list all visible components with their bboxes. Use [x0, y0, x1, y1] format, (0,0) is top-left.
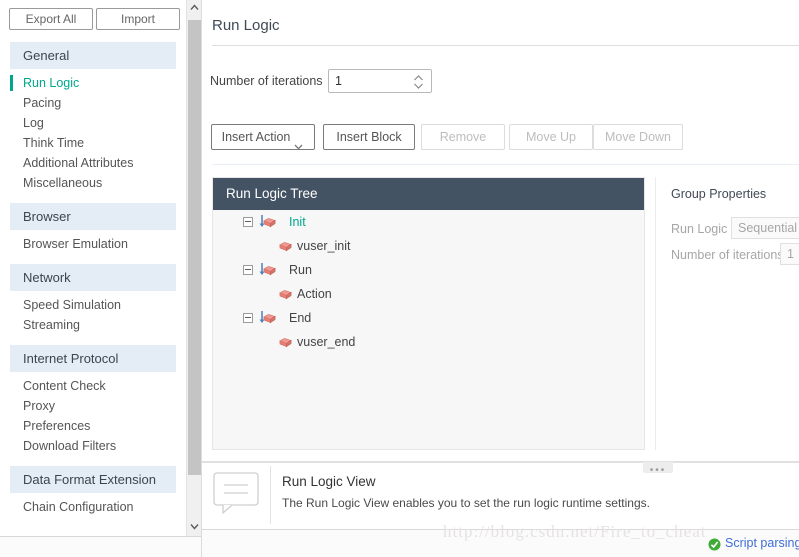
remove-button: Remove	[421, 124, 505, 150]
sidebar-item-pacing[interactable]: Pacing	[10, 93, 176, 113]
sidebar-item-log[interactable]: Log	[10, 113, 176, 133]
settings-nav-list: General Run Logic Pacing Log Think Time Addit…	[0, 38, 186, 523]
tree-node-label: vuser_end	[297, 335, 356, 349]
tree-node-label: vuser_init	[297, 239, 351, 253]
move-down-button: Move Down	[593, 124, 683, 150]
info-description: The Run Logic View enables you to set th…	[282, 496, 650, 510]
status-bar: Script parsing	[202, 530, 799, 557]
sidebar-item-download-filters[interactable]: Download Filters	[10, 436, 176, 456]
sidebar-item-think-time[interactable]: Think Time	[10, 133, 176, 153]
scroll-up-arrow-icon[interactable]	[187, 0, 202, 17]
info-panel: Run Logic View The Run Logic View enable…	[202, 466, 799, 526]
button-label: Move Up	[525, 130, 577, 144]
runtime-settings-window: Export All Import General Run Logic Pacing…	[0, 0, 799, 557]
run-logic-tree-body: Init vuser_init Run Action End vuser_end	[213, 210, 644, 449]
stepper-arrows-icon[interactable]	[413, 74, 424, 90]
run-logic-tree-header: Run Logic Tree	[213, 178, 644, 210]
sidebar-item-speed-simulation[interactable]: Speed Simulation	[10, 295, 176, 315]
tree-node[interactable]: vuser_init	[213, 234, 644, 258]
button-label: Insert Block	[336, 130, 402, 144]
sidebar-item-miscellaneous[interactable]: Miscellaneous	[10, 173, 176, 193]
tree-node[interactable]: Run	[213, 258, 644, 282]
sidebar-scrollbar-thumb[interactable]	[188, 20, 201, 475]
collapse-toggle-icon[interactable]	[243, 265, 253, 275]
collapse-toggle-icon[interactable]	[243, 313, 253, 323]
block-icon	[275, 334, 292, 358]
button-label: Remove	[439, 130, 487, 144]
info-divider	[270, 466, 271, 524]
success-check-icon	[708, 538, 721, 554]
comment-bubble-icon	[213, 472, 259, 517]
button-label: Move Down	[605, 130, 671, 144]
settings-sidebar: Export All Import General Run Logic Pacing…	[0, 0, 186, 536]
sidebar-item-additional-attributes[interactable]: Additional Attributes	[10, 153, 176, 173]
sidebar-item-browser-emulation[interactable]: Browser Emulation	[10, 234, 176, 254]
tree-node[interactable]: vuser_end	[213, 330, 644, 354]
move-up-button: Move Up	[509, 124, 593, 150]
sidebar-item-run-logic[interactable]: Run Logic	[10, 73, 176, 93]
sidebar-toolbar: Export All Import	[0, 0, 186, 38]
sidebar-item-content-check[interactable]: Content Check	[10, 376, 176, 396]
nav-group-header: Network	[10, 264, 176, 291]
import-button[interactable]: Import	[96, 8, 180, 30]
nav-group-header: Browser	[10, 203, 176, 230]
group-iterations-input[interactable]: 1	[780, 243, 799, 265]
tree-node[interactable]: End	[213, 306, 644, 330]
iterations-value: 1	[335, 74, 342, 88]
group-run-logic-label: Run Logic	[671, 222, 728, 236]
tree-node-label: Run	[289, 263, 312, 277]
export-all-button[interactable]: Export All	[9, 8, 93, 30]
collapse-toggle-icon[interactable]	[243, 217, 253, 227]
insert-block-button[interactable]: Insert Block	[323, 124, 415, 150]
sidebar-scrollbar[interactable]	[186, 0, 202, 536]
button-label: Insert Action	[221, 130, 291, 144]
group-properties-title: Group Properties	[671, 187, 767, 201]
tree-node-label: Action	[297, 287, 332, 301]
tree-node[interactable]: Action	[213, 282, 644, 306]
tree-node-label: End	[289, 311, 312, 325]
group-properties-panel: Group Properties Run Logic Sequential Nu…	[655, 177, 799, 450]
tree-node-label: Init	[289, 215, 306, 229]
info-title: Run Logic View	[282, 474, 376, 489]
sidebar-item-preferences[interactable]: Preferences	[10, 416, 176, 436]
sidebar-item-proxy[interactable]: Proxy	[10, 396, 176, 416]
insert-action-button[interactable]: Insert Action	[211, 124, 315, 150]
nav-group-header: General	[10, 42, 176, 69]
iterations-label: Number of iterations	[210, 74, 323, 88]
sidebar-item-streaming[interactable]: Streaming	[10, 315, 176, 335]
scroll-down-arrow-icon[interactable]	[187, 519, 202, 536]
horizontal-splitter[interactable]	[202, 461, 799, 463]
sidebar-item-chain-configuration[interactable]: Chain Configuration	[10, 497, 176, 517]
group-run-logic-select[interactable]: Sequential	[731, 217, 799, 239]
main-panel: Run Logic Number of iterations 1 Insert …	[202, 0, 799, 557]
group-iterations-label: Number of iterations	[671, 248, 784, 262]
tree-action-toolbar: Insert Action Insert Block Remove Move Up Mo…	[202, 124, 799, 150]
chevron-down-icon	[294, 134, 303, 158]
iterations-stepper[interactable]: 1	[328, 69, 432, 93]
nav-group-header: Internet Protocol	[10, 345, 176, 372]
page-title: Run Logic	[212, 17, 280, 34]
title-divider	[212, 45, 799, 46]
status-text[interactable]: Script parsing	[725, 536, 799, 550]
sidebar-footer	[0, 537, 201, 557]
toolbar-divider	[212, 164, 799, 165]
nav-group-header: Data Format Extension	[10, 466, 176, 493]
tree-node[interactable]: Init	[213, 210, 644, 234]
run-logic-tree-panel: Run Logic Tree Init vuser_init Run Action En…	[212, 177, 645, 450]
